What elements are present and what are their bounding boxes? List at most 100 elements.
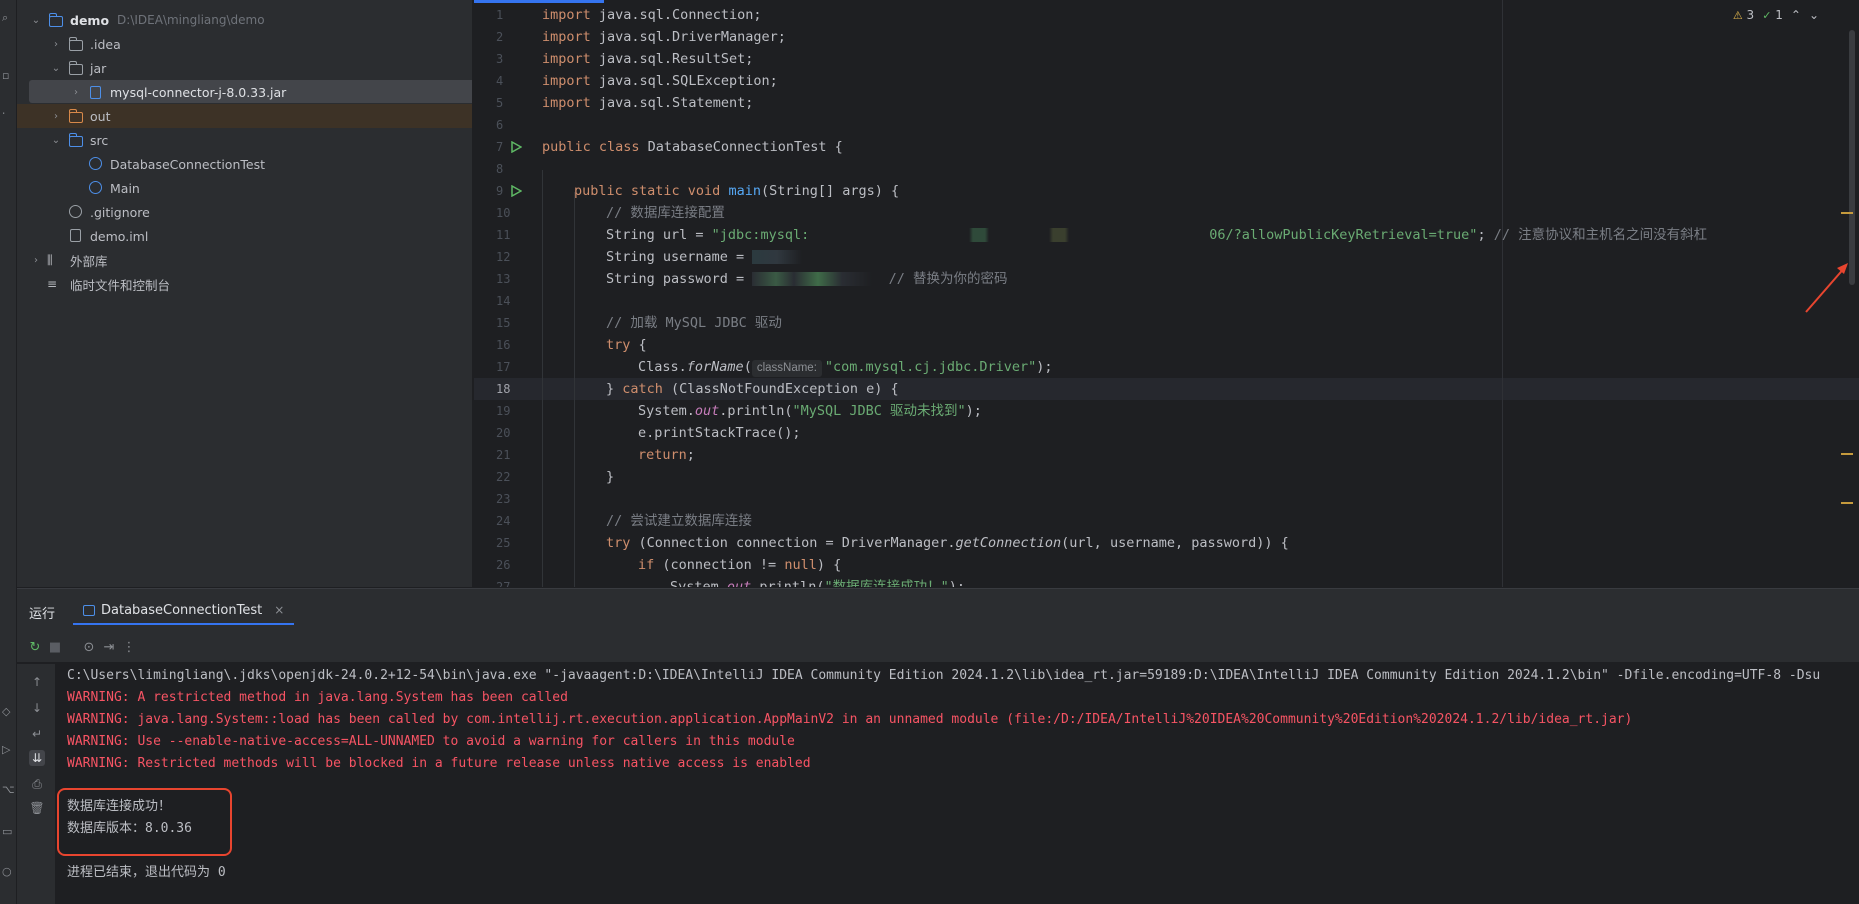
rerun-icon[interactable]: ↻ <box>27 640 43 656</box>
chevron-down-icon[interactable]: ⌄ <box>1809 8 1819 22</box>
code-line: String password = // 替换为你的密码 <box>606 271 1008 287</box>
ok-indicator[interactable]: ✓ 1 <box>1762 8 1783 22</box>
tree-item-out[interactable]: › out <box>17 104 472 128</box>
tree-item-src[interactable]: ⌄ src <box>17 128 472 152</box>
run-header: 运行 DatabaseConnectionTest × <box>17 589 1859 633</box>
code-line: public class DatabaseConnectionTest { <box>542 139 843 155</box>
source-folder-icon <box>67 133 85 147</box>
code-line: e.printStackTrace(); <box>638 425 801 441</box>
parameter-hint: className: <box>751 360 822 377</box>
tab-label: DatabaseConnectionTest <box>101 602 263 618</box>
print-icon[interactable]: ⎙ <box>29 776 45 792</box>
plugins-icon[interactable]: ◇ <box>2 706 14 718</box>
annotation-highlight-box <box>57 788 232 856</box>
chevron-up-icon[interactable]: ⌃ <box>1791 8 1801 22</box>
tree-item-idea[interactable]: › .idea <box>17 32 472 56</box>
tree-item-label: 临时文件和控制台 <box>70 277 171 293</box>
chevron-right-icon[interactable]: › <box>49 39 63 50</box>
more-icon[interactable]: ⋅ <box>2 108 14 120</box>
search-icon[interactable]: ⌕ <box>2 12 14 24</box>
code-editor[interactable]: 1 2 3 4 5 6 7 8 9 10 11 12 13 14 15 16 1… <box>474 0 1859 587</box>
arrow-down-icon[interactable]: ↓ <box>29 700 45 716</box>
line-number: 18 <box>496 382 511 396</box>
chevron-down-icon[interactable]: ⌄ <box>29 15 43 26</box>
structure-icon[interactable]: ▫ <box>2 70 14 82</box>
warning-marker[interactable] <box>1841 212 1853 214</box>
line-number: 9 <box>496 184 504 198</box>
soft-wrap-icon[interactable]: ↵ <box>29 726 45 742</box>
line-number: 6 <box>496 118 504 132</box>
git-icon[interactable]: ⌥ <box>2 784 15 796</box>
line-number: 5 <box>496 96 504 110</box>
trash-icon[interactable]: 🗑 <box>29 800 45 816</box>
export-icon[interactable]: ⇥ <box>101 640 117 656</box>
tree-item-demo-iml[interactable]: demo.iml <box>17 224 472 248</box>
code-line: try { <box>606 337 647 353</box>
console-side-toolbar: ↑ ↓ ↵ ⇊ ⎙ 🗑 <box>17 664 55 904</box>
code-line: import java.sql.Statement; <box>542 95 754 111</box>
code-line: String url = "jdbc:mysql: 06/?allowPublic… <box>606 227 1708 243</box>
more-options-icon[interactable]: ⋮ <box>121 640 137 656</box>
line-number: 21 <box>496 448 511 462</box>
console-exit-line: 进程已结束，退出代码为 0 <box>67 865 226 880</box>
chevron-down-icon[interactable]: ⌄ <box>49 63 63 74</box>
tree-item-main[interactable]: Main <box>17 176 472 200</box>
close-icon[interactable]: × <box>274 603 284 617</box>
line-number: 3 <box>496 52 504 66</box>
root-name: demo <box>70 12 110 28</box>
inspection-widget[interactable]: ⚠ 3 ✓ 1 ⌃ ⌄ <box>1733 8 1819 22</box>
library-icon: ⫼ <box>47 253 53 267</box>
tree-item-root[interactable]: ⌄ demo D:\IDEA\mingliang\demo <box>17 8 472 32</box>
run-icon[interactable]: ▷ <box>2 744 14 756</box>
annotation-arrow <box>1805 263 1848 313</box>
line-number: 16 <box>496 338 511 352</box>
problems-icon[interactable]: ○ <box>2 866 14 878</box>
tree-item-scratches[interactable]: ≡ 临时文件和控制台 <box>17 272 472 296</box>
console-warning-line: WARNING: Use --enable-native-access=ALL-… <box>67 734 795 749</box>
warning-marker[interactable] <box>1841 453 1853 455</box>
code-line: import java.sql.Connection; <box>542 7 762 23</box>
warning-marker[interactable] <box>1841 502 1853 504</box>
arrow-up-icon[interactable]: ↑ <box>29 674 45 690</box>
scroll-to-end-icon[interactable]: ⇊ <box>29 750 45 766</box>
code-line: // 尝试建立数据库连接 <box>606 513 752 529</box>
terminal-icon[interactable]: ▭ <box>2 826 14 838</box>
tree-item-database-connection-test[interactable]: DatabaseConnectionTest <box>17 152 472 176</box>
run-gutter-icon[interactable] <box>510 185 522 197</box>
chevron-down-icon[interactable]: ⌄ <box>49 135 63 146</box>
tree-item-label: jar <box>90 60 107 76</box>
warning-icon: ⚠ <box>1732 9 1743 22</box>
run-toolbar: ↻ ■ ⊙ ⇥ ⋮ <box>17 633 1859 663</box>
line-number: 2 <box>496 30 504 44</box>
run-gutter-icon[interactable] <box>510 141 522 153</box>
camera-icon[interactable]: ⊙ <box>81 640 97 656</box>
run-title: 运行 <box>29 607 56 622</box>
line-number: 7 <box>496 140 504 154</box>
line-number: 10 <box>496 206 511 220</box>
chevron-right-icon[interactable]: › <box>69 87 83 98</box>
line-number: 1 <box>496 8 504 22</box>
warning-indicator[interactable]: ⚠ 3 <box>1733 8 1754 22</box>
module-folder-icon <box>47 13 65 27</box>
tree-item-jar[interactable]: ⌄ jar <box>17 56 472 80</box>
stop-icon[interactable]: ■ <box>47 640 63 656</box>
line-number: 17 <box>496 360 511 374</box>
console-warning-line: WARNING: java.lang.System::load has been… <box>67 712 1633 727</box>
chevron-right-icon[interactable]: › <box>49 111 63 122</box>
tree-item-label: DatabaseConnectionTest <box>110 156 265 172</box>
editor-scrollbar[interactable] <box>1849 30 1855 285</box>
code-line: import java.sql.ResultSet; <box>542 51 754 67</box>
code-line: // 数据库连接配置 <box>606 205 725 221</box>
tool-window-strip: ⌕ ▫ ⋅ ◇ ▷ ⌥ ▭ ○ <box>0 0 17 904</box>
code-line: Class.forName(className: "com.mysql.cj.jd… <box>638 359 1053 377</box>
run-config-tab[interactable]: DatabaseConnectionTest × <box>73 597 295 625</box>
tree-item-mysql-jar[interactable]: › mysql-connector-j-8.0.33.jar <box>17 80 472 104</box>
folder-icon <box>67 37 85 51</box>
tree-item-gitignore[interactable]: .gitignore <box>17 200 472 224</box>
line-number: 8 <box>496 162 504 176</box>
tree-item-external-libraries[interactable]: › ⫼ 外部库 <box>17 248 472 272</box>
code-line: if (connection != null) { <box>638 557 842 573</box>
line-number: 27 <box>496 580 511 587</box>
code-line: return; <box>638 447 695 463</box>
chevron-right-icon[interactable]: › <box>29 255 43 266</box>
